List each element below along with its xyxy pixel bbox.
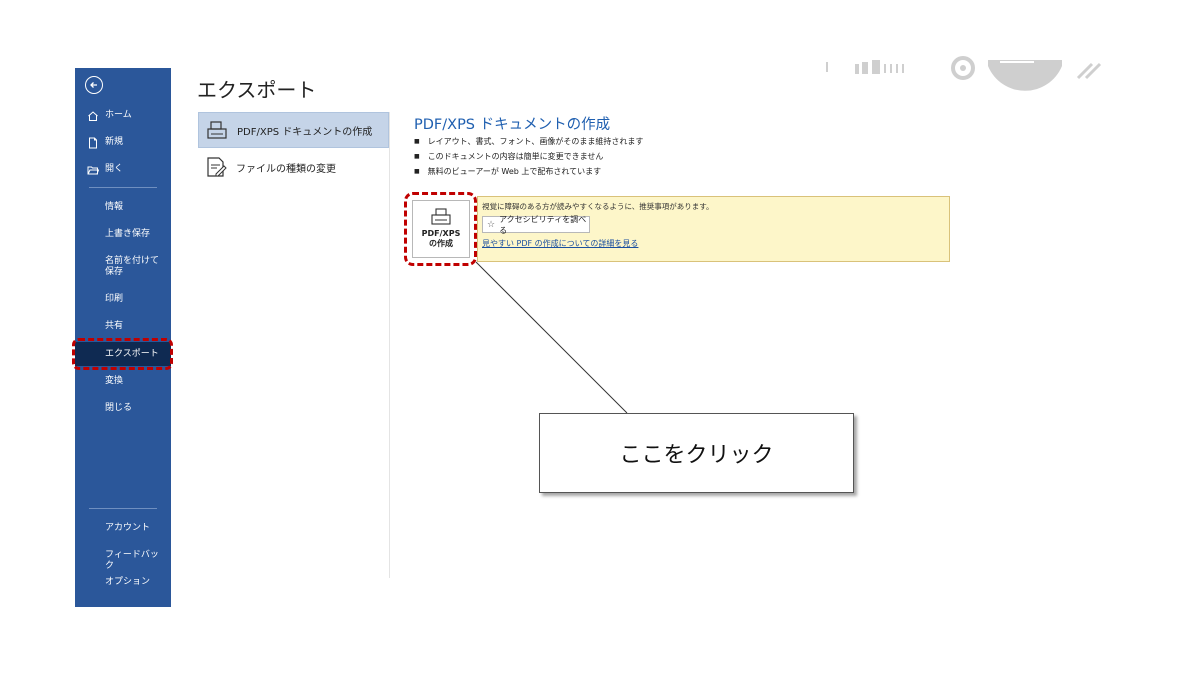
callout-text: ここをクリック bbox=[619, 443, 774, 468]
instruction-callout: ここをクリック bbox=[539, 413, 854, 493]
callout-pointer-line bbox=[475, 261, 628, 414]
